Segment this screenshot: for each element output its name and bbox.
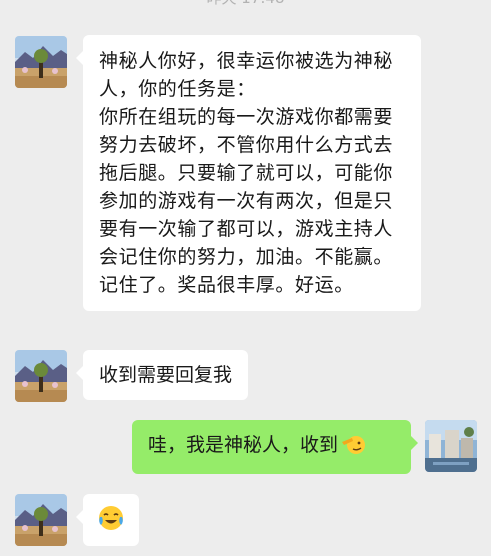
crying-laughing-emoji-icon bbox=[97, 504, 125, 537]
contact-avatar[interactable] bbox=[15, 36, 67, 88]
message-bubble-received[interactable]: 收到需要回复我 bbox=[75, 350, 249, 400]
landscape-avatar-icon bbox=[15, 494, 67, 546]
contact-avatar[interactable] bbox=[15, 494, 67, 546]
self-avatar[interactable] bbox=[425, 420, 477, 472]
landscape-avatar-icon bbox=[15, 350, 67, 402]
message-text: 神秘人你好，很幸运你被选为神秘人，你的任务是： 你所在组玩的每一次游戏你都需要努… bbox=[99, 50, 394, 296]
message-bubble-sent[interactable]: 哇，我是神秘人，收到 bbox=[132, 420, 418, 474]
chat-timestamp: 昨天 17:48 bbox=[0, 0, 491, 8]
contact-avatar[interactable] bbox=[15, 350, 67, 402]
landscape-avatar-icon bbox=[15, 36, 67, 88]
message-bubble-received[interactable]: 神秘人你好，很幸运你被选为神秘人，你的任务是： 你所在组玩的每一次游戏你都需要努… bbox=[76, 35, 421, 311]
message-text: 哇，我是神秘人，收到 bbox=[148, 434, 339, 456]
salute-emoji-icon bbox=[340, 433, 366, 464]
city-avatar-icon bbox=[425, 420, 477, 472]
message-bubble-received[interactable] bbox=[76, 494, 139, 546]
message-text: 收到需要回复我 bbox=[99, 364, 233, 386]
